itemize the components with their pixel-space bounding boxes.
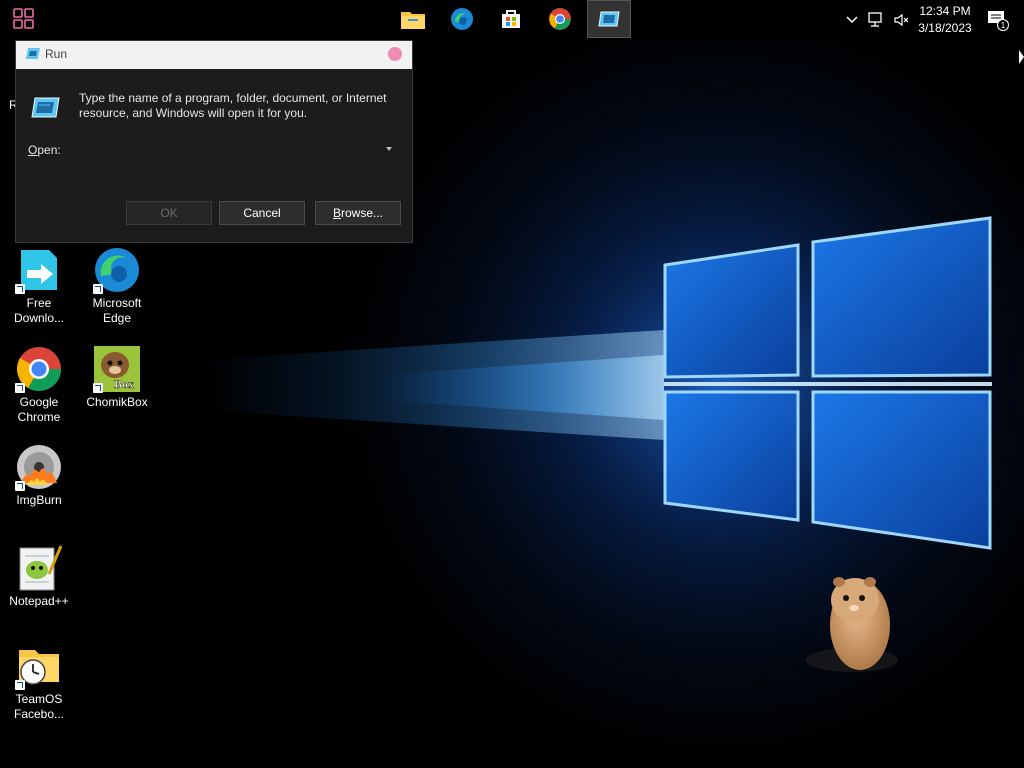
shortcut-arrow-icon — [93, 284, 103, 294]
notifications-button[interactable]: 1 — [985, 0, 1011, 40]
volume-muted-icon — [894, 13, 909, 27]
desktop-icon-chomikbox[interactable]: Box ChomikBox — [79, 345, 155, 410]
browse-label: rowse... — [341, 206, 384, 220]
taskbar: 12:34 PM 3/18/2023 1 — [0, 0, 1024, 40]
clock-time: 12:34 PM — [919, 4, 971, 18]
desktop-icon-label: TeamOS Facebo... — [13, 692, 65, 721]
clock-date: 3/18/2023 — [918, 21, 972, 35]
open-label: Open: — [28, 143, 61, 157]
notepad-plus-plus-icon — [19, 545, 63, 591]
open-input[interactable] — [78, 139, 398, 161]
start-button[interactable] — [2, 0, 46, 38]
desktop-icon-label: Free Downlo... — [13, 296, 65, 325]
desktop-icon-teamos-facebook[interactable]: TeamOS Facebo... — [1, 642, 77, 722]
mouse-cursor — [1019, 50, 1024, 64]
chrome-icon — [549, 8, 571, 30]
taskbar-run[interactable] — [587, 0, 631, 38]
desktop-icon-label: Notepad++ — [9, 594, 69, 608]
taskbar-file-explorer[interactable] — [391, 0, 435, 38]
network-button[interactable] — [865, 0, 887, 40]
store-icon — [502, 10, 520, 28]
start-icon — [13, 8, 34, 29]
run-dialog-message: Type the name of a program, folder, docu… — [79, 91, 387, 120]
network-icon — [868, 12, 882, 27]
taskbar-edge[interactable] — [440, 0, 484, 38]
taskbar-store[interactable] — [489, 0, 533, 38]
browse-button[interactable]: Browse... — [315, 201, 401, 225]
run-dialog-title: Run — [45, 47, 68, 61]
chomikbox-badge: Box — [114, 377, 134, 391]
shortcut-arrow-icon — [15, 481, 25, 491]
desktop-icon-imgburn[interactable]: ImgBurn — [1, 443, 77, 508]
cancel-button[interactable]: Cancel — [219, 201, 305, 225]
shortcut-arrow-icon — [93, 383, 103, 393]
desktop-icon-notepad-plus-plus[interactable]: Notepad++ — [1, 544, 77, 609]
folder-icon — [401, 12, 425, 29]
notification-icon: 1 — [988, 11, 1009, 31]
clock[interactable]: 12:34 PM 3/18/2023 — [912, 3, 978, 37]
desktop-icon-label: ChomikBox — [86, 395, 148, 409]
open-dropdown-arrow[interactable] — [386, 147, 392, 151]
run-icon — [598, 11, 620, 27]
shortcut-arrow-icon — [15, 680, 25, 690]
ok-button[interactable]: OK — [126, 201, 212, 225]
notification-count: 1 — [1001, 21, 1006, 30]
edge-icon — [451, 8, 473, 30]
open-label-text: pen: — [37, 143, 61, 157]
desktop-icon-free-download-manager[interactable]: Free Downlo... — [1, 246, 77, 326]
desktop-icon-label: Google Chrome — [17, 395, 61, 424]
run-icon — [26, 48, 40, 59]
show-hidden-icons-button[interactable] — [842, 0, 862, 40]
run-icon — [31, 97, 60, 118]
open-label-mnemonic: O — [28, 143, 38, 157]
desktop-icon-label: Microsoft Edge — [92, 296, 142, 325]
taskbar-chrome[interactable] — [538, 0, 582, 38]
run-dialog: Run Type the name of a program, folder, … — [15, 40, 413, 243]
desktop-icon-microsoft-edge[interactable]: Microsoft Edge — [79, 246, 155, 326]
shortcut-arrow-icon — [15, 383, 25, 393]
browse-mnemonic: B — [332, 206, 341, 220]
close-button[interactable] — [388, 47, 402, 61]
chevron-up-icon — [846, 16, 858, 24]
shortcut-arrow-icon — [15, 284, 25, 294]
run-dialog-titlebar[interactable]: Run — [16, 41, 412, 69]
volume-button[interactable] — [891, 0, 911, 40]
desktop-icon-google-chrome[interactable]: Google Chrome — [1, 345, 77, 425]
desktop-icon-label: ImgBurn — [16, 493, 62, 507]
